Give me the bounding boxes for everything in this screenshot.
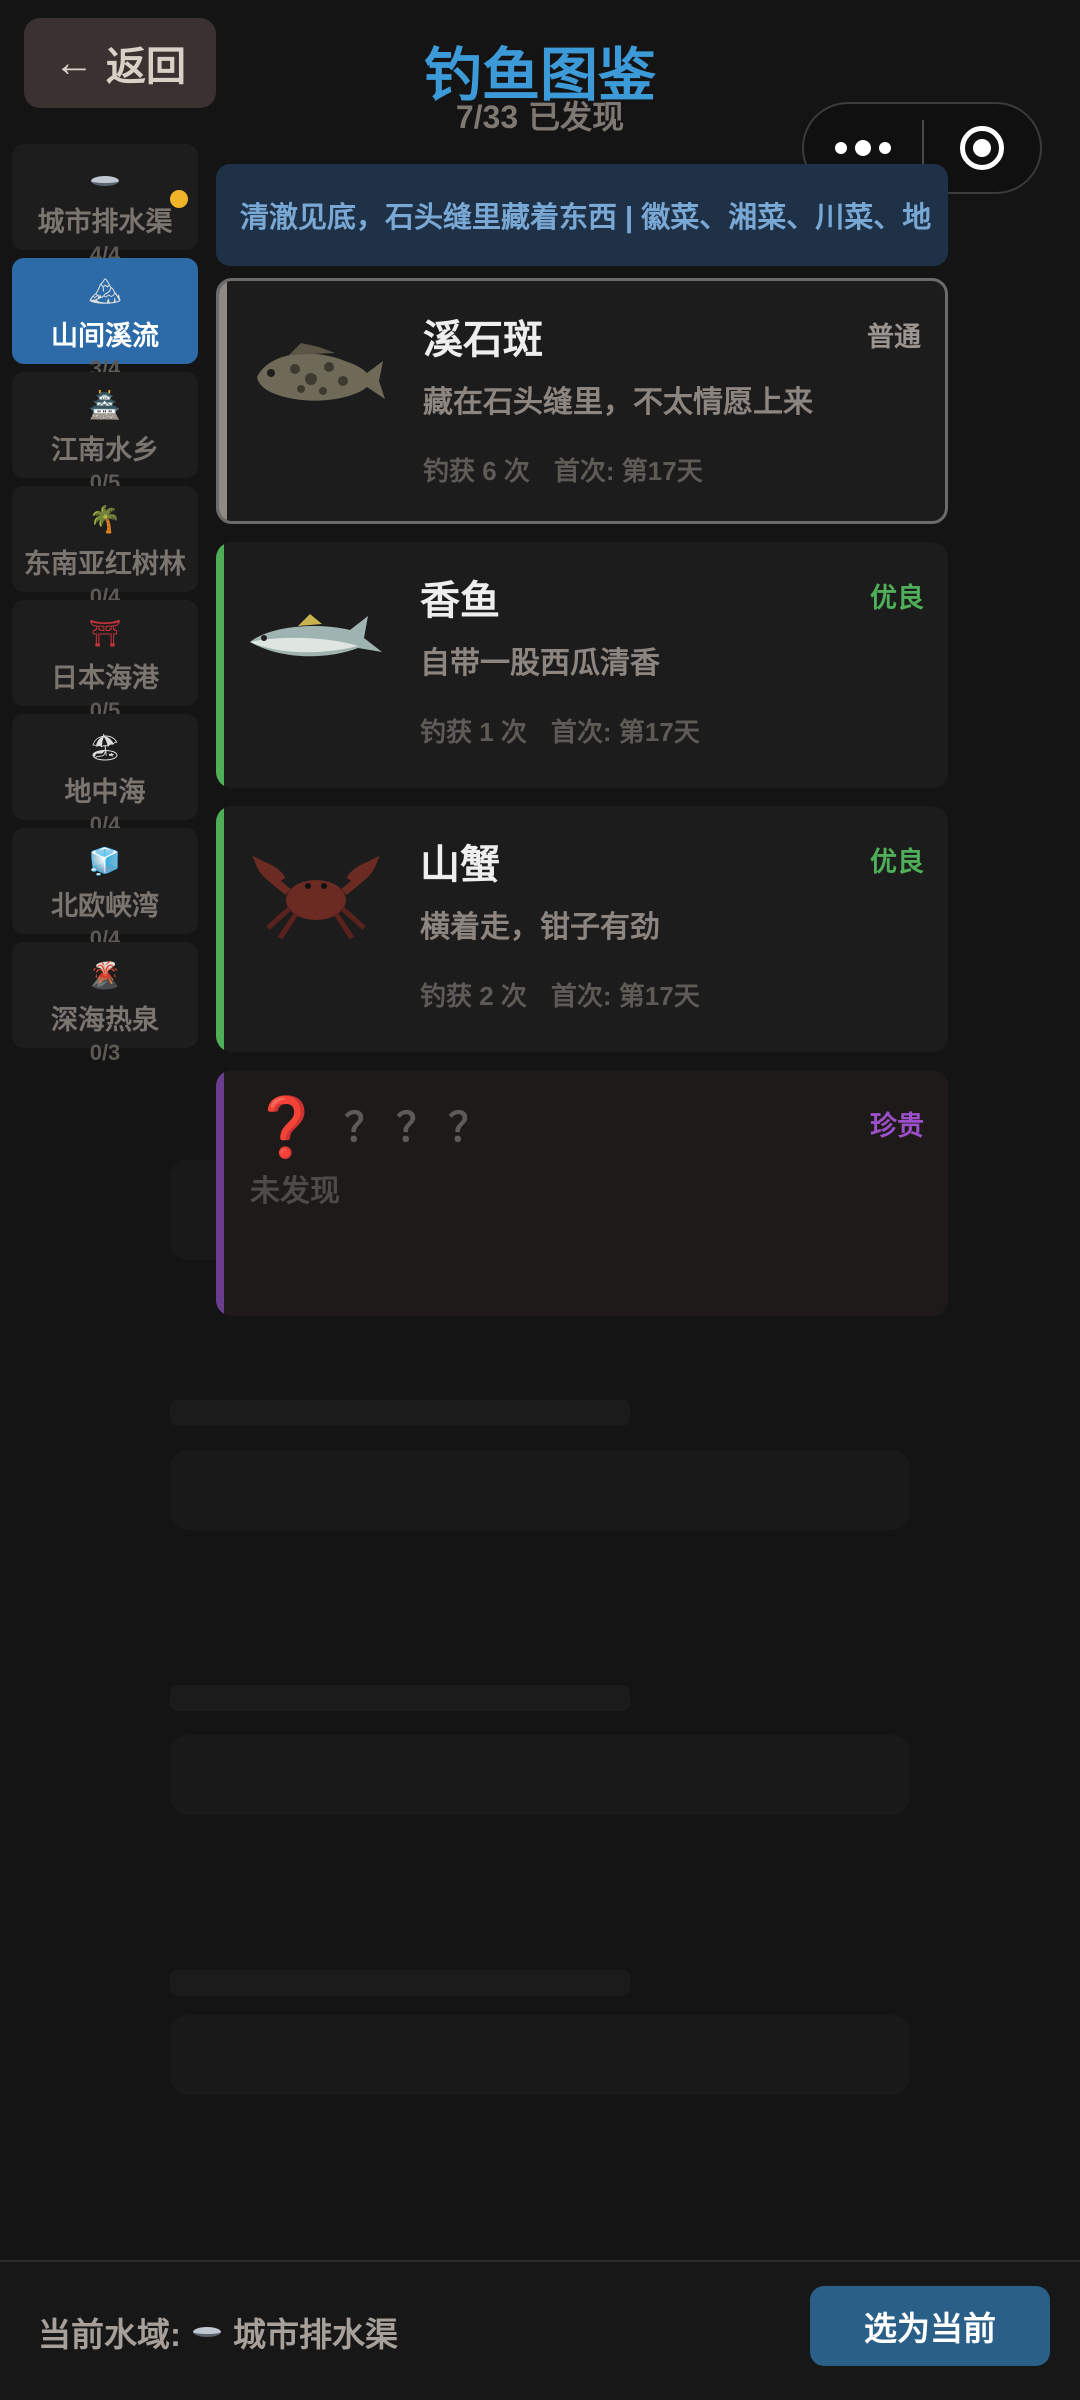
sweetfish-icon (250, 614, 382, 657)
drain-icon (193, 2327, 221, 2337)
set-current-button[interactable]: 选为当前 (810, 2286, 1050, 2366)
first-catch-day: 首次: 第17天 (550, 717, 700, 747)
unknown-fish-name: ？？？ (344, 1106, 501, 1150)
rarity-accent-bar (216, 806, 224, 1052)
pagoda-icon: 🏯 (88, 390, 122, 420)
sidebar-item-label: 日本海港 (51, 663, 159, 693)
rarity-badge: 优良 (870, 583, 924, 613)
catch-count: 钓获 1 次 (420, 717, 527, 747)
sidebar-item-label: 深海热泉 (51, 1005, 159, 1035)
sidebar-item-label: 东南亚红树林 (24, 549, 186, 579)
progress-count: 7/33 (455, 99, 519, 135)
current-water-value: 城市排水渠 (233, 2316, 398, 2353)
notification-dot (170, 190, 188, 208)
bottom-bar: 当前水域: 城市排水渠 选为当前 (0, 2260, 1080, 2400)
rarity-accent-bar (216, 542, 224, 788)
first-catch-day: 首次: 第17天 (550, 981, 700, 1011)
fish-name: 山蟹 (420, 843, 500, 887)
current-water-area: 当前水域: 城市排水渠 (38, 2308, 398, 2356)
sidebar-item-mountain-stream[interactable]: 🏔 山间溪流 3/4 (12, 258, 198, 381)
rarity-badge: 普通 (867, 322, 921, 352)
fish-description: 自带一股西瓜清香 (420, 647, 660, 680)
question-mark-icon: ❓ (250, 1095, 323, 1160)
fish-card[interactable]: 山蟹 优良 横着走，钳子有劲 钓获 2 次首次: 第17天 (216, 806, 948, 1052)
sidebar-item-deep-sea-vent[interactable]: 🌋 深海热泉 0/3 (12, 942, 198, 1065)
fish-name: 溪石斑 (423, 318, 543, 362)
dot-icon (855, 140, 871, 156)
ice-cube-icon: 🧊 (88, 846, 122, 876)
fish-description: 藏在石头缝里，不太情愿上来 (423, 386, 813, 419)
progress-suffix: 已发现 (528, 99, 625, 135)
volcano-icon: 🌋 (88, 960, 122, 990)
sidebar-item-japan-harbor[interactable]: ⛩ 日本海港 0/5 (12, 600, 198, 723)
rarity-accent-bar (216, 1070, 224, 1316)
catch-count: 钓获 6 次 (423, 456, 530, 486)
close-miniprogram-button[interactable] (924, 126, 1040, 170)
drain-icon (91, 162, 119, 192)
first-catch-day: 首次: 第17天 (553, 456, 703, 486)
beach-umbrella-icon: 🏖 (88, 732, 122, 762)
region-description-banner: 清澈见底，石头缝里藏着东西 | 徽菜、湘菜、川菜、地 (216, 164, 948, 266)
catch-stats: 钓获 6 次首次: 第17天 (423, 451, 703, 488)
sidebar-item-label: 山间溪流 (51, 321, 159, 351)
rarity-badge: 珍贵 (870, 1111, 924, 1141)
sidebar-item-nordic-fjord[interactable]: 🧊 北欧峡湾 0/4 (12, 828, 198, 951)
current-water-label: 当前水域: (38, 2316, 181, 2353)
sidebar-item-count: 0/3 (89, 1040, 121, 1065)
fish-description: 横着走，钳子有劲 (420, 911, 660, 944)
dot-icon (835, 142, 847, 154)
banner-text: 清澈见底，石头缝里藏着东西 | 徽菜、湘菜、川菜、地 (240, 202, 932, 234)
fish-card[interactable]: 香鱼 优良 自带一股西瓜清香 钓获 1 次首次: 第17天 (216, 542, 948, 788)
fish-name: ❓ ？？？ (250, 1094, 500, 1162)
sidebar-item-label: 江南水乡 (51, 435, 159, 465)
sidebar-item-jiangnan[interactable]: 🏯 江南水乡 0/5 (12, 372, 198, 495)
sidebar-item-label: 地中海 (64, 777, 146, 807)
sidebar-item-city-drain[interactable]: 城市排水渠 4/4 (12, 144, 198, 267)
sidebar-item-mangrove[interactable]: 🌴 东南亚红树林 0/4 (12, 486, 198, 609)
fish-card-undiscovered[interactable]: ❓ ？？？ 珍贵 未发现 (216, 1070, 948, 1316)
fish-name: 香鱼 (420, 579, 500, 623)
sidebar-item-mediterranean[interactable]: 🏖 地中海 0/4 (12, 714, 198, 837)
sidebar-item-label: 城市排水渠 (37, 207, 173, 237)
rarity-badge: 优良 (870, 847, 924, 877)
mountain-icon: 🏔 (88, 276, 122, 306)
catch-count: 钓获 2 次 (420, 981, 527, 1011)
torii-icon: ⛩ (88, 618, 122, 648)
rarity-accent-bar (219, 281, 227, 521)
mountain-crab-icon (252, 855, 380, 940)
catch-stats: 钓获 1 次首次: 第17天 (420, 712, 700, 749)
region-sidebar: 城市排水渠 4/4 🏔 山间溪流 3/4 🏯 江南水乡 0/5 🌴 东南亚红树林… (12, 144, 198, 1065)
fish-card[interactable]: 溪石斑 普通 藏在石头缝里，不太情愿上来 钓获 6 次首次: 第17天 (216, 278, 948, 524)
palm-tree-icon: 🌴 (88, 504, 122, 534)
target-icon (960, 126, 1004, 170)
dot-icon (879, 142, 891, 154)
fish-description: 未发现 (250, 1175, 340, 1208)
stone-grouper-icon (257, 343, 385, 401)
sidebar-item-label: 北欧峡湾 (51, 891, 159, 921)
catch-stats: 钓获 2 次首次: 第17天 (420, 976, 700, 1013)
